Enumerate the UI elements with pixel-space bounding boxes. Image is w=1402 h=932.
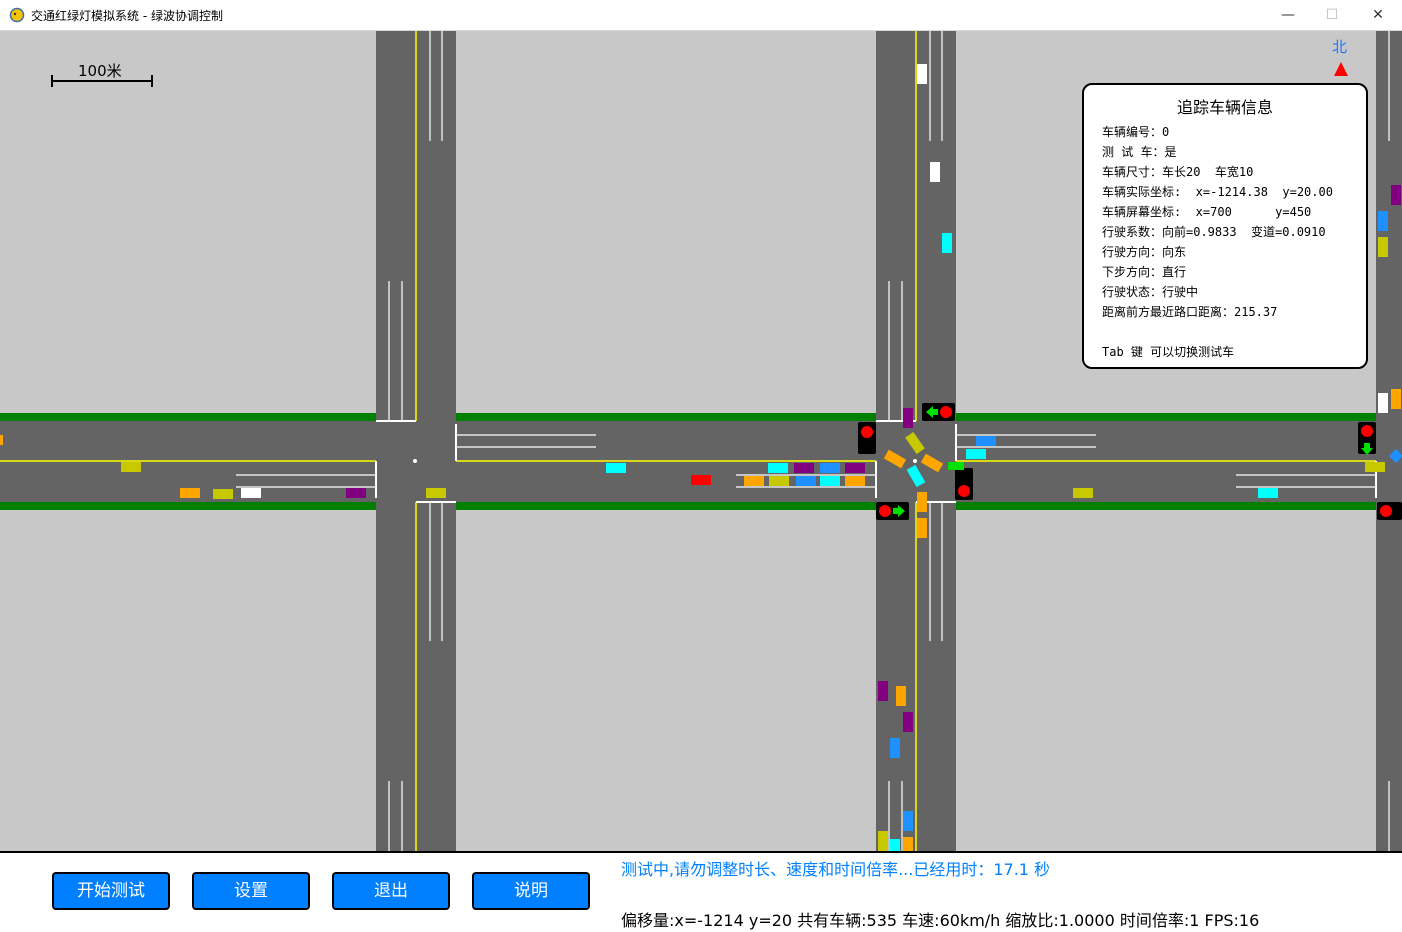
info-real-coords: 车辆实际坐标: x=-1214.38 y=20.00 — [1102, 185, 1333, 199]
status-info: 偏移量:x=-1214 y=20 共有车辆:535 车速:60km/h 缩放比:… — [621, 911, 1260, 930]
info-state: 行驶状态：行驶中 — [1102, 285, 1199, 299]
traffic-light-east — [955, 468, 973, 500]
status-message: 测试中,请勿调整时长、速度和时间倍率...已经用时：17.1 秒 — [621, 860, 1051, 879]
info-tab-hint: Tab 键 可以切换测试车 — [1102, 345, 1235, 359]
north-south-road-east — [1376, 31, 1402, 851]
title-bar: 交通红绿灯模拟系统 - 绿波协调控制 — ☐ ✕ — [0, 0, 1402, 31]
tracked-vehicle-panel: 追踪车辆信息 车辆编号：0 测 试 车：是 车辆尺寸：车长20 车宽10 车辆实… — [1082, 83, 1368, 369]
exit-button[interactable]: 退出 — [332, 872, 450, 910]
start-test-button[interactable]: 开始测试 — [52, 872, 170, 910]
traffic-light-west — [858, 422, 876, 454]
median-north — [0, 413, 1402, 421]
simulation-canvas[interactable]: 100米 北 追踪车辆信息 车辆编号：0 测 试 车：是 车辆尺寸：车长20 车… — [0, 31, 1402, 851]
window-title: 交通红绿灯模拟系统 - 绿波协调控制 — [31, 9, 223, 23]
north-label: 北 — [1332, 38, 1347, 56]
close-button[interactable]: ✕ — [1355, 0, 1401, 30]
traffic-light-far-east-south — [1377, 502, 1402, 520]
control-bar: 开始测试 设置 退出 说明 测试中,请勿调整时长、速度和时间倍率...已经用时：… — [0, 851, 1402, 932]
info-drive-factors: 行驶系数：向前=0.9833 变道=0.0910 — [1102, 225, 1326, 239]
info-direction: 行驶方向：向东 — [1102, 245, 1187, 259]
maximize-button[interactable]: ☐ — [1309, 0, 1355, 30]
minimize-button[interactable]: — — [1265, 0, 1311, 30]
traffic-light-south — [876, 502, 909, 520]
panel-title: 追踪车辆信息 — [1176, 98, 1273, 117]
info-next-direction: 下步方向：直行 — [1102, 265, 1187, 279]
info-is-test-car: 测 试 车：是 — [1102, 145, 1177, 159]
info-distance: 距离前方最近路口距离：215.37 — [1102, 305, 1278, 319]
scale-label: 100米 — [78, 62, 122, 80]
info-vehicle-size: 车辆尺寸：车长20 车宽10 — [1102, 165, 1254, 179]
app-icon — [9, 7, 25, 23]
info-screen-coords: 车辆屏幕坐标: x=700 y=450 — [1102, 205, 1312, 219]
test-vehicle — [691, 475, 711, 485]
traffic-light-north — [922, 403, 955, 421]
median-south — [0, 502, 1402, 510]
settings-button[interactable]: 设置 — [192, 872, 310, 910]
info-vehicle-id: 车辆编号：0 — [1102, 125, 1170, 139]
help-button[interactable]: 说明 — [472, 872, 590, 910]
traffic-light-far-east — [1358, 422, 1376, 455]
